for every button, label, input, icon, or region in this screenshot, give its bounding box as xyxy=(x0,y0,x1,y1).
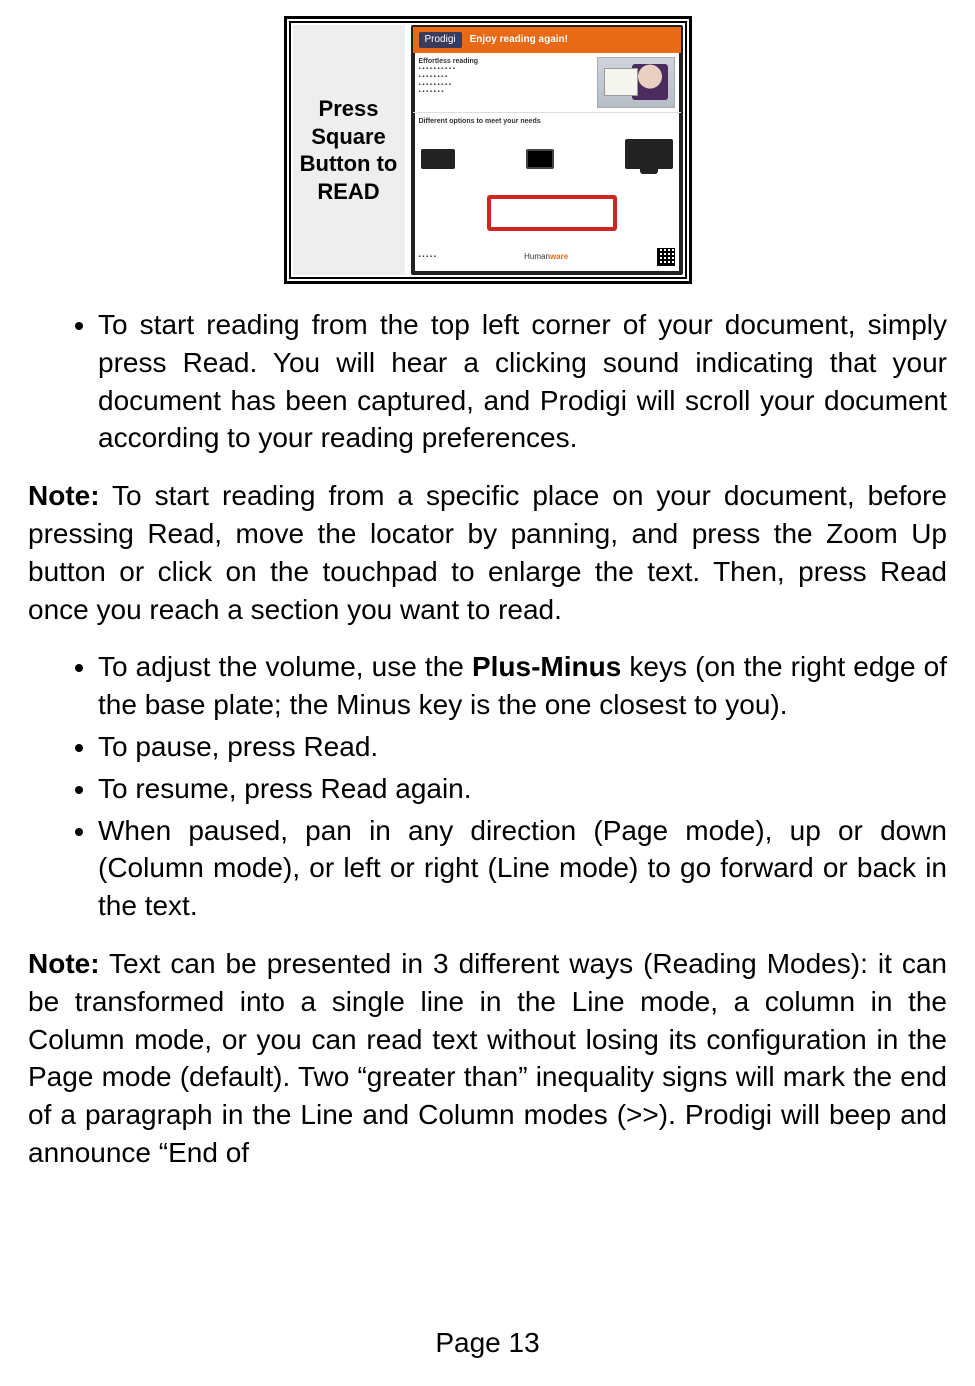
read-button-highlight xyxy=(487,195,617,231)
device-stand-icon xyxy=(421,149,455,169)
note-text: To start reading from a specific place o… xyxy=(28,480,947,624)
brochure-brand: Humanware xyxy=(524,252,568,263)
bullet-list-2: To adjust the volume, use the Plus-Minus… xyxy=(28,648,947,925)
figure-caption: Press Square Button to READ xyxy=(293,25,405,275)
brochure-photo xyxy=(597,57,675,108)
brochure-logo: Prodigi xyxy=(419,32,462,48)
figure: Press Square Button to READ Prodigi Enjo… xyxy=(284,16,692,284)
device-monitor-icon xyxy=(625,139,673,169)
brochure-hero-text: Effortless reading ▪ ▪ ▪ ▪ ▪ ▪ ▪ ▪ ▪ ▪ ▪… xyxy=(419,57,591,108)
brochure-headline: Effortless reading xyxy=(419,57,591,66)
text-fragment: To adjust the volume, use the xyxy=(98,651,472,682)
list-item: When paused, pan in any direction (Page … xyxy=(98,812,947,925)
note-text: Text can be presented in 3 different way… xyxy=(28,948,947,1168)
list-item: To resume, press Read again. xyxy=(98,770,947,808)
list-item: To start reading from the top left corne… xyxy=(98,306,947,457)
brochure-footer: ▪ ▪ ▪ ▪ ▪ Humanware xyxy=(413,241,681,273)
brochure-header: Prodigi Enjoy reading again! xyxy=(413,27,681,53)
brand-suffix: ware xyxy=(550,252,568,261)
brochure-hero: Effortless reading ▪ ▪ ▪ ▪ ▪ ▪ ▪ ▪ ▪ ▪ ▪… xyxy=(413,53,681,113)
text-bold: Plus-Minus xyxy=(472,651,621,682)
qr-code-icon xyxy=(657,248,675,266)
brochure-subheading: Different options to meet your needs xyxy=(419,117,675,126)
list-item: To adjust the volume, use the Plus-Minus… xyxy=(98,648,947,724)
note-label: Note: xyxy=(28,480,100,511)
note-paragraph-1: Note: To start reading from a specific p… xyxy=(28,477,947,628)
note-paragraph-2: Note: Text can be presented in 3 differe… xyxy=(28,945,947,1172)
note-label: Note: xyxy=(28,948,100,979)
list-item: To pause, press Read. xyxy=(98,728,947,766)
figure-container: Press Square Button to READ Prodigi Enjo… xyxy=(28,16,947,284)
brochure-devices xyxy=(419,129,675,169)
brochure-footer-text: ▪ ▪ ▪ ▪ ▪ xyxy=(419,253,436,261)
brochure-image: Prodigi Enjoy reading again! Effortless … xyxy=(411,25,683,275)
brochure-tagline: Enjoy reading again! xyxy=(470,33,568,47)
device-tablet-icon xyxy=(526,149,554,169)
brand-prefix: Human xyxy=(524,252,550,261)
bullet-list-1: To start reading from the top left corne… xyxy=(28,306,947,457)
page-number: Page 13 xyxy=(0,1324,975,1362)
